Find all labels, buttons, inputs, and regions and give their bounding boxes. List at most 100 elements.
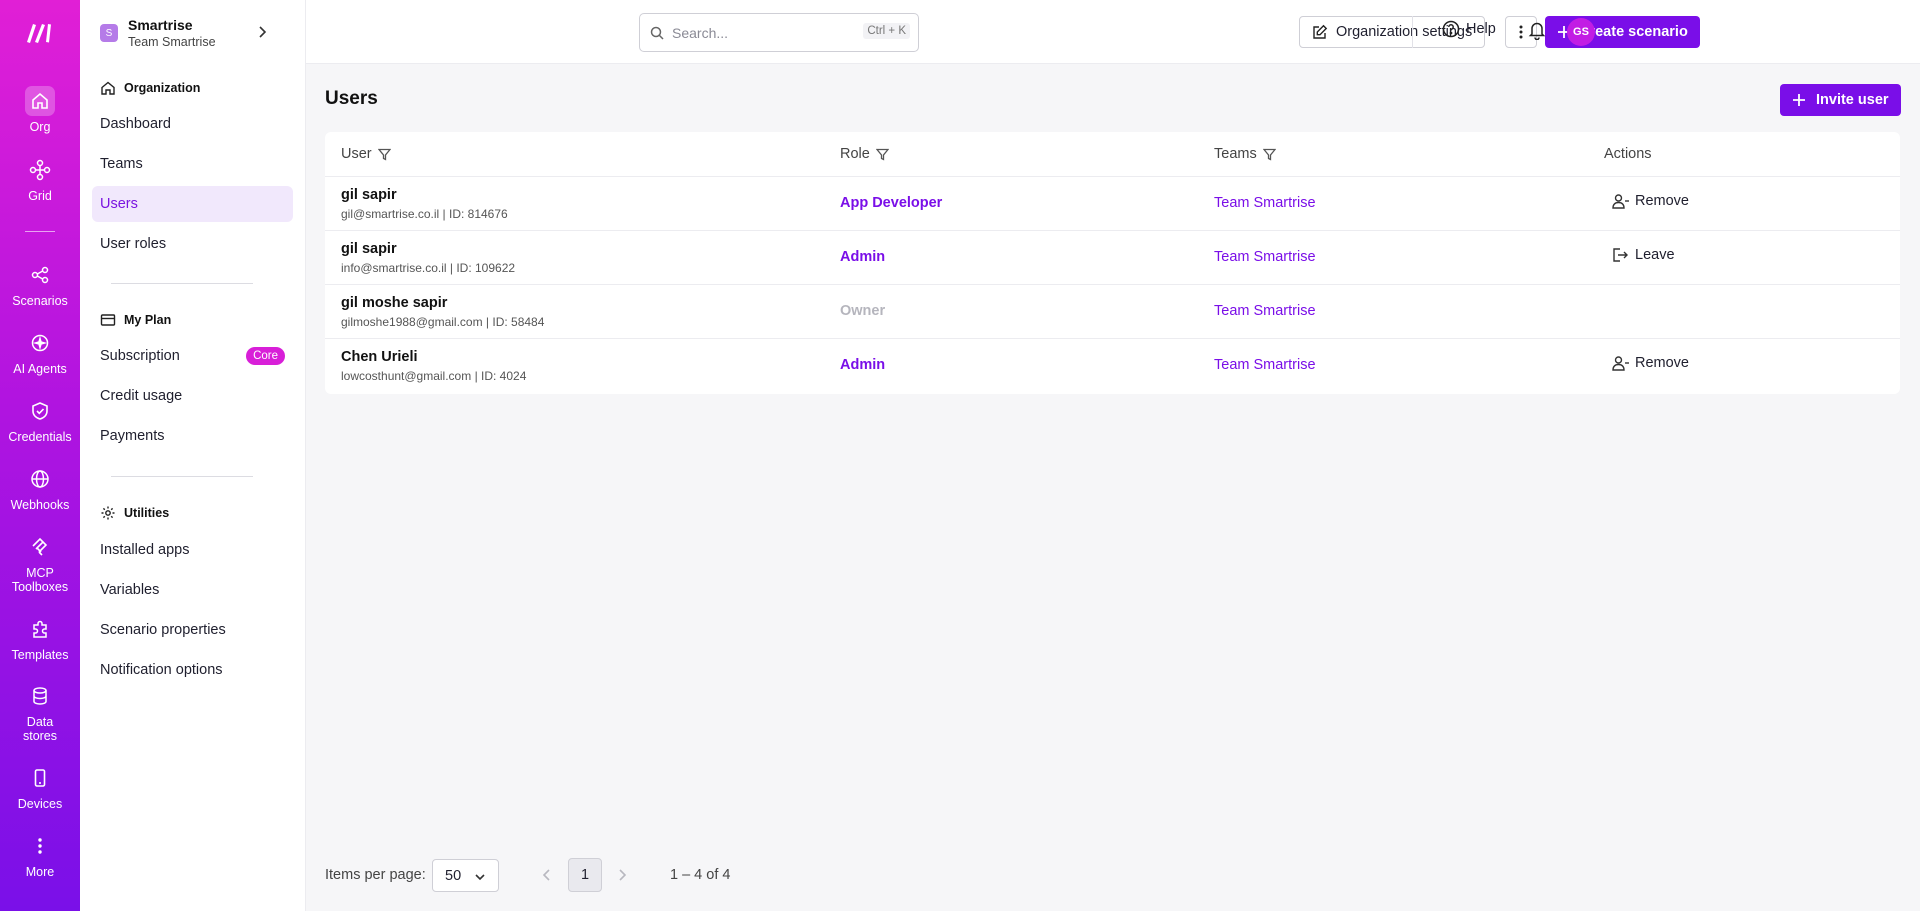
gear-icon — [101, 506, 115, 520]
rail-item-org[interactable]: Org — [0, 86, 80, 134]
user-role-link[interactable]: Admin — [840, 249, 885, 265]
table-row: Chen Urieli lowcosthunt@gmail.com | ID: … — [325, 338, 1900, 392]
scenarios-icon — [25, 260, 55, 290]
pagination-range: 1 – 4 of 4 — [670, 867, 731, 883]
sidebar-item-credit-usage[interactable]: Credit usage — [92, 378, 293, 414]
table-row: gil sapir info@smartrise.co.il | ID: 109… — [325, 230, 1900, 284]
topbar-divider — [1412, 16, 1413, 48]
rail-item-data-stores[interactable]: Data stores — [0, 681, 80, 743]
bell-icon[interactable] — [1528, 20, 1546, 40]
user-meta: info@smartrise.co.il | ID: 109622 — [341, 261, 516, 275]
user-team-link[interactable]: Team Smartrise — [1214, 249, 1316, 265]
sidebar-item-notification-options[interactable]: Notification options — [92, 652, 293, 688]
database-icon — [25, 681, 55, 711]
make-logo-icon[interactable] — [24, 20, 56, 46]
items-per-page-select[interactable]: 50 — [432, 859, 499, 892]
column-label: User — [341, 146, 372, 162]
button-label: Invite user — [1816, 92, 1889, 108]
globe-icon — [25, 464, 55, 494]
section-utilities: Utilities — [100, 505, 169, 521]
rail-label: Toolboxes — [11, 580, 69, 594]
rail-item-mcp-toolboxes[interactable]: MCP Toolboxes — [0, 532, 80, 594]
remove-user-button[interactable]: Remove — [1612, 355, 1689, 371]
user-minus-icon — [1612, 356, 1629, 371]
rail-label: Org — [29, 120, 51, 134]
user-team-link[interactable]: Team Smartrise — [1214, 195, 1316, 211]
sidebar-item-scenario-properties[interactable]: Scenario properties — [92, 612, 293, 648]
search-input[interactable] — [672, 24, 852, 41]
page-title: Users — [325, 88, 378, 109]
invite-user-button[interactable]: Invite user — [1780, 84, 1901, 116]
user-role-label: Owner — [840, 303, 886, 319]
rail-divider — [25, 231, 55, 232]
logout-icon — [1613, 248, 1628, 262]
rail-item-ai-agents[interactable]: AI Agents — [0, 328, 80, 376]
sidebar-item-installed-apps[interactable]: Installed apps — [92, 532, 293, 568]
user-meta: gil@smartrise.co.il | ID: 814676 — [341, 207, 508, 221]
rail-label: More — [25, 865, 55, 879]
user-meta: gilmoshe1988@gmail.com | ID: 58484 — [341, 315, 545, 329]
ai-agents-icon — [25, 328, 55, 358]
user-avatar[interactable]: GS — [1567, 18, 1595, 46]
plus-icon — [1793, 94, 1805, 106]
rail-label: Grid — [28, 189, 52, 203]
user-role-link[interactable]: App Developer — [840, 195, 942, 211]
sidebar-item-users[interactable]: Users — [92, 186, 293, 222]
section-heading: Utilities — [124, 506, 170, 520]
filter-icon[interactable] — [377, 148, 391, 161]
filter-icon[interactable] — [1262, 148, 1276, 161]
user-name: Chen Urieli — [341, 349, 418, 365]
sidebar-item-subscription[interactable]: Subscription Core — [92, 338, 293, 374]
column-label: Role — [840, 146, 870, 162]
user-role-link[interactable]: Admin — [840, 357, 885, 373]
home-icon — [25, 86, 55, 116]
rail-item-webhooks[interactable]: Webhooks — [0, 464, 80, 512]
users-table: User Role Teams Actions gil sapir gil@sm… — [325, 132, 1900, 394]
grid-icon — [25, 155, 55, 185]
table-row: gil moshe sapir gilmoshe1988@gmail.com |… — [325, 284, 1900, 338]
rail-item-templates[interactable]: Templates — [0, 614, 80, 662]
remove-user-button[interactable]: Remove — [1612, 193, 1689, 209]
rail-label: Data — [26, 715, 54, 729]
rail-label: Devices — [17, 797, 63, 811]
org-switcher[interactable]: S Smartrise Team Smartrise — [100, 16, 300, 50]
help-button[interactable]: Help — [1442, 20, 1496, 38]
user-team-link[interactable]: Team Smartrise — [1214, 357, 1316, 373]
sidebar-item-payments[interactable]: Payments — [92, 418, 293, 454]
rail-label: AI Agents — [13, 362, 67, 376]
puzzle-icon — [25, 614, 55, 644]
action-label: Remove — [1635, 193, 1689, 209]
sidebar-item-user-roles[interactable]: User roles — [92, 226, 293, 262]
kebab-icon — [1519, 25, 1523, 39]
column-label: Actions — [1604, 146, 1652, 162]
org-badge: S — [100, 24, 118, 42]
sidebar-item-dashboard[interactable]: Dashboard — [92, 106, 293, 142]
org-team: Team Smartrise — [128, 34, 216, 49]
column-header-actions: Actions — [1604, 132, 1652, 176]
help-icon — [1442, 20, 1460, 38]
sidebar-item-variables[interactable]: Variables — [92, 572, 293, 608]
help-label: Help — [1466, 21, 1496, 37]
leave-button[interactable]: Leave — [1612, 247, 1675, 263]
items-per-page-value: 50 — [445, 867, 462, 884]
rail-item-more[interactable]: More — [0, 831, 80, 879]
chevron-right-icon — [259, 26, 267, 38]
section-my-plan: My Plan — [100, 312, 171, 328]
user-team-link[interactable]: Team Smartrise — [1214, 303, 1316, 319]
sidebar-item-teams[interactable]: Teams — [92, 146, 293, 182]
credit-card-icon — [100, 314, 116, 326]
button-label: Create scenario — [1579, 24, 1688, 40]
rail-item-devices[interactable]: Devices — [0, 763, 80, 811]
search-box[interactable]: Ctrl + K — [639, 13, 919, 52]
page-number-button[interactable]: 1 — [568, 858, 602, 892]
rail-item-scenarios[interactable]: Scenarios — [0, 260, 80, 308]
filter-icon[interactable] — [875, 148, 889, 161]
rail-item-grid[interactable]: Grid — [0, 155, 80, 203]
action-label: Leave — [1635, 247, 1675, 263]
rail-item-credentials[interactable]: Credentials — [0, 396, 80, 444]
chevron-right-icon[interactable] — [615, 867, 629, 883]
rail-label: stores — [22, 729, 58, 743]
chevron-left-icon[interactable] — [540, 867, 554, 883]
user-minus-icon — [1612, 194, 1629, 209]
sidebar-divider — [111, 476, 253, 477]
